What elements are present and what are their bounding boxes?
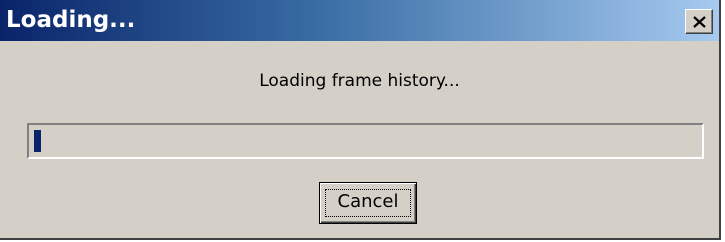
window-title: Loading... [6,7,136,33]
close-button[interactable] [685,9,713,34]
cancel-button[interactable]: Cancel [319,182,417,224]
progress-bar [27,123,704,159]
title-bar[interactable]: Loading... [0,0,719,41]
loading-dialog: Loading... Loading frame history... Canc… [0,0,721,240]
status-message: Loading frame history... [259,71,460,91]
close-icon [693,16,706,28]
progress-fill [34,130,41,152]
cancel-button-label: Cancel [337,191,399,212]
